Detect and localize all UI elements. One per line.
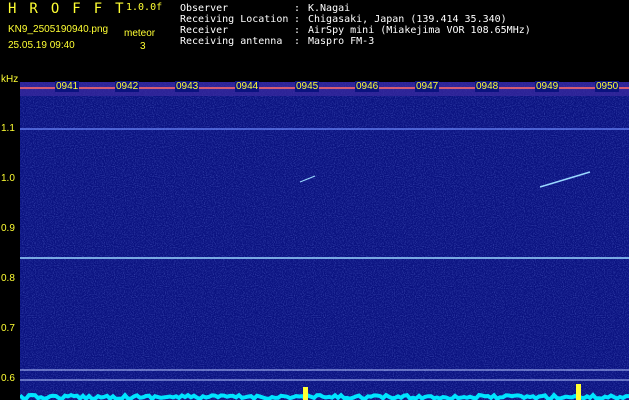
y-tick-label: 0.6 (1, 373, 15, 384)
location-value: Chigasaki, Japan (139.414 35.340) (308, 14, 507, 25)
meteor-label: meteor (124, 28, 156, 39)
antenna-label: Receiving antenna (180, 36, 283, 47)
meteor-marker-1 (303, 387, 308, 400)
time-tick-label: 0945 (295, 81, 320, 92)
receiver-value: AirSpy mini (Miakejima VOR 108.65MHz) (308, 25, 531, 36)
spectrogram (20, 82, 629, 400)
time-tick-label: 0948 (475, 81, 500, 92)
app-title: HROFFT (8, 1, 137, 17)
receiver-label: Receiver (180, 25, 229, 36)
y-tick-label: 1.0 (1, 173, 15, 184)
app-version: 1.0.0f (126, 2, 163, 13)
separator: : (294, 3, 301, 14)
observer-value: K.Nagai (308, 3, 351, 14)
separator: : (294, 25, 301, 36)
time-tick-label: 0941 (55, 81, 80, 92)
spectrogram-canvas (20, 82, 629, 400)
time-tick-label: 0947 (415, 81, 440, 92)
separator: : (294, 14, 301, 25)
y-tick-label: 0.9 (1, 223, 15, 234)
date-time: 25.05.19 09:40 (8, 40, 75, 51)
location-label: Receiving Location (180, 14, 289, 25)
file-name: KN9_2505190940.png (8, 24, 109, 35)
unit-label: kHz (1, 74, 19, 85)
meteor-count: 3 (140, 41, 146, 52)
header-panel: HROFFT 1.0.0f KN9_2505190940.png 25.05.1… (0, 0, 629, 75)
y-tick-label: 1.1 (1, 123, 15, 134)
baseline-trace (20, 392, 629, 400)
time-tick-label: 0950 (595, 81, 620, 92)
y-tick-label: 0.8 (1, 273, 15, 284)
time-tick-label: 0944 (235, 81, 260, 92)
separator: : (294, 36, 301, 47)
meteor-marker-2 (576, 384, 581, 400)
station-info: Observer: K.Nagai Receiving Location: Chig… (180, 3, 531, 47)
observer-label: Observer (180, 3, 229, 14)
time-tick-label: 0946 (355, 81, 380, 92)
time-tick-label: 0942 (115, 81, 140, 92)
time-tick-label: 0949 (535, 81, 560, 92)
time-tick-label: 0943 (175, 81, 200, 92)
antenna-value: Maspro FM-3 (308, 36, 375, 47)
y-tick-label: 0.7 (1, 323, 15, 334)
noise-texture (20, 82, 629, 400)
